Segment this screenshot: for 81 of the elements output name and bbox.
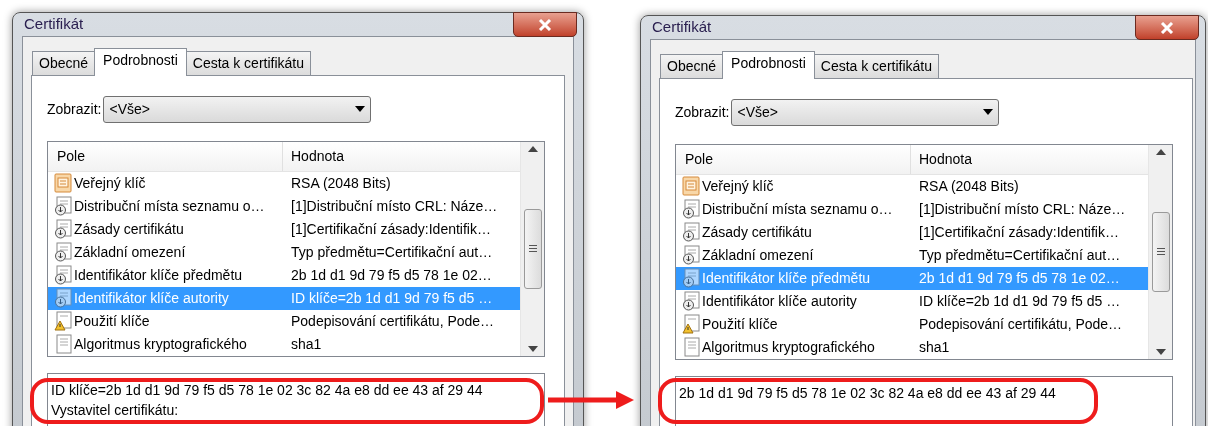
field-value: 2b 1d d1 9d 79 f5 d5 78 1e 02… (290, 265, 493, 285)
certificate-icon (682, 176, 700, 196)
field-name: Distribuční místa seznamu o… (702, 199, 893, 219)
field-name: Identifikátor klíče autority (702, 291, 857, 311)
field-value: [1]Certifikační zásady:Identifik… (918, 222, 1120, 242)
document-icon (54, 334, 72, 354)
close-icon (538, 18, 552, 31)
field-name: Základní omezení (702, 245, 814, 265)
field-value: [1]Distribuční místo CRL: Náze… (290, 196, 499, 216)
tab[interactable]: Podrobnosti (94, 47, 187, 76)
detail-line: Vystavitel certifikátu: (51, 400, 180, 420)
tab[interactable]: Podrobnosti (722, 50, 815, 79)
document-download-icon (682, 291, 700, 311)
close-icon (1160, 21, 1174, 34)
window-title: Certifikát (23, 14, 84, 34)
field-name: Algoritmus kryptografického (702, 337, 875, 357)
field-name: Distribuční místa seznamu o… (74, 196, 265, 216)
show-dropdown[interactable]: <Vše> (731, 98, 1000, 126)
field-value: Typ předmětu=Certifikační aut… (290, 242, 494, 262)
field-value: Typ předmětu=Certifikační aut… (918, 245, 1122, 265)
field-label: Zobrazit: (47, 99, 102, 119)
column-header[interactable]: Pole (676, 144, 911, 174)
scrollbar[interactable] (1148, 144, 1172, 359)
field-value: RSA (2048 Bits) (290, 173, 392, 193)
scrollbar[interactable] (520, 141, 544, 356)
document-download-icon (682, 199, 700, 219)
field-name: Použití klíče (702, 314, 778, 334)
detail-line: ID klíče=2b 1d d1 9d 79 f5 d5 78 1e 02 3c 82 4a e8 dd ee 43 af 29 44 (51, 380, 484, 400)
field-value: [1]Distribuční místo CRL: Náze… (918, 199, 1127, 219)
scrollbar-thumb[interactable] (1151, 211, 1170, 292)
field-value: Podepisování certifikátu, Pode… (290, 311, 496, 331)
field-label: Zobrazit: (675, 102, 730, 122)
close-button[interactable] (1135, 15, 1199, 40)
field-value: ID klíče=2b 1d d1 9d 79 f5 d5 … (918, 291, 1122, 311)
document-warning-icon (682, 314, 700, 334)
field-value: sha1 (918, 337, 951, 357)
field-name: Identifikátor klíče autority (74, 288, 229, 308)
tab[interactable]: Obecné (32, 50, 96, 75)
document-download-icon (54, 219, 72, 239)
field-name: Zásady certifikátu (74, 219, 184, 239)
field-name: Veřejný klíč (74, 173, 146, 193)
document-download-icon (682, 268, 700, 288)
show-dropdown[interactable]: <Vše> (103, 95, 372, 123)
document-download-icon (682, 245, 700, 265)
field-name: Použití klíče (74, 311, 150, 331)
column-header[interactable]: Hodnota (283, 141, 520, 171)
caret-icon (355, 106, 366, 112)
tab[interactable]: Obecné (660, 53, 724, 78)
caret-icon (983, 109, 994, 115)
field-name: Identifikátor klíče předmětu (702, 268, 871, 288)
scroll-up-icon[interactable] (527, 145, 538, 152)
field-value: [1]Certifikační zásady:Identifik… (290, 219, 492, 239)
detail-line: 2b 1d d1 9d 79 f5 d5 78 1e 02 3c 82 4a e8 dd ee 43 af 29 44 (679, 383, 1057, 403)
column-header[interactable]: Hodnota (911, 144, 1148, 174)
close-button[interactable] (513, 12, 577, 37)
field-value: sha1 (290, 334, 323, 354)
document-download-icon (54, 265, 72, 285)
field-name: Algoritmus kryptografického (74, 334, 247, 354)
certificate-icon (54, 173, 72, 193)
scroll-up-icon[interactable] (1155, 148, 1166, 155)
column-header[interactable]: Pole (48, 141, 283, 171)
document-icon (682, 337, 700, 357)
scrollbar-thumb[interactable] (523, 208, 542, 289)
document-download-icon (54, 196, 72, 216)
field-name: Identifikátor klíče předmětu (74, 265, 243, 285)
field-value: ID klíče=2b 1d d1 9d 79 f5 d5 … (290, 288, 494, 308)
field-value: RSA (2048 Bits) (918, 176, 1020, 196)
document-warning-icon (54, 311, 72, 331)
field-name: Základní omezení (74, 242, 186, 262)
field-name: Zásady certifikátu (702, 222, 812, 242)
field-name: Veřejný klíč (702, 176, 774, 196)
tab[interactable]: Cesta k certifikátu (813, 53, 940, 78)
scroll-down-icon[interactable] (527, 345, 538, 352)
field-value: Podepisování certifikátu, Pode… (918, 314, 1124, 334)
window-title: Certifikát (651, 17, 712, 37)
field-value: 2b 1d d1 9d 79 f5 d5 78 1e 02… (918, 268, 1121, 288)
document-download-icon (54, 288, 72, 308)
document-download-icon (682, 222, 700, 242)
document-download-icon (54, 242, 72, 262)
scroll-down-icon[interactable] (1155, 348, 1166, 355)
tab[interactable]: Cesta k certifikátu (185, 50, 312, 75)
